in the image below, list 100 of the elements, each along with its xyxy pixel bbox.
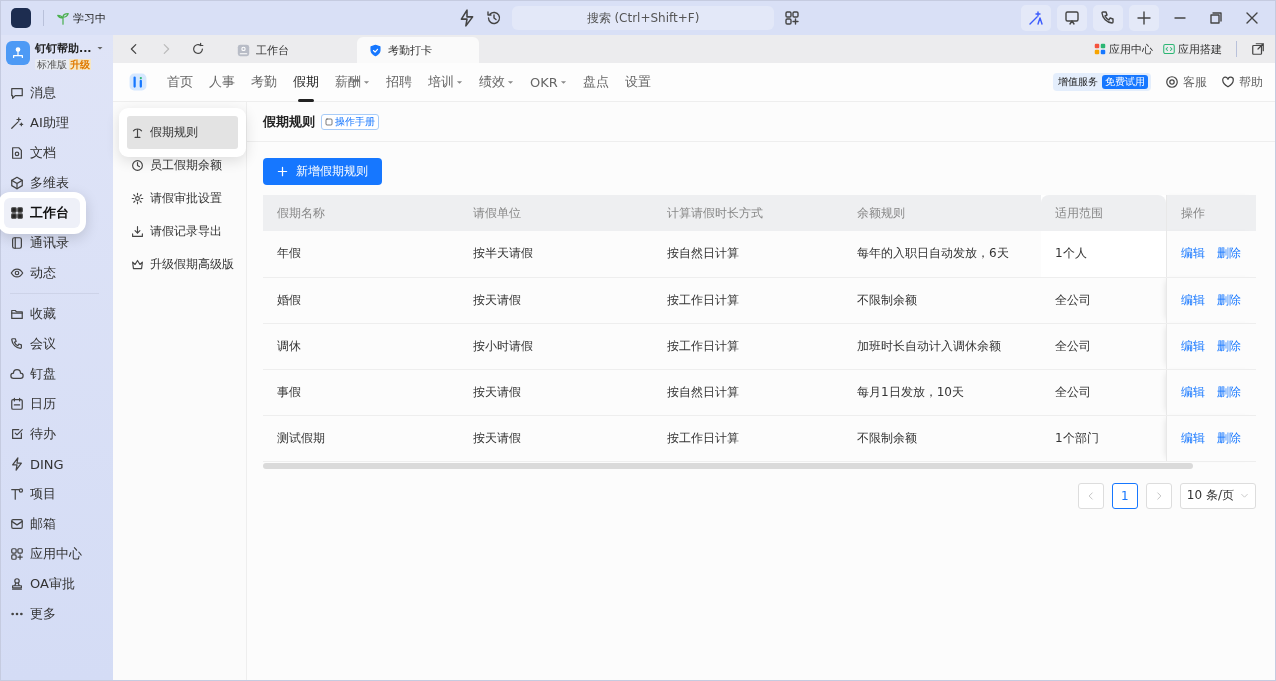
minimize-icon [1172, 17, 1188, 19]
sidebar-item[interactable]: 应用中心 [4, 539, 107, 569]
sidebar-item[interactable]: 动态 [4, 258, 107, 288]
clock-icon [131, 159, 144, 172]
nav-tab[interactable]: 假期 [285, 62, 327, 102]
lightning-icon [10, 457, 24, 471]
horizontal-scrollbar[interactable] [263, 462, 1193, 469]
close-icon [1244, 10, 1260, 26]
nav-tab[interactable]: 招聘 [378, 62, 420, 102]
nav-tab[interactable]: 培训 [420, 62, 471, 102]
stamp-icon [10, 577, 24, 591]
screen-share-button[interactable] [1057, 5, 1087, 31]
open-external-icon[interactable] [1251, 42, 1265, 56]
action-link[interactable]: 编辑 [1180, 292, 1205, 307]
action-link[interactable]: 删除 [1216, 430, 1241, 445]
toolbar-link[interactable]: 应用搭建 [1163, 41, 1222, 57]
table-cell: 每月1日发放，10天 [843, 369, 1041, 415]
page-number-button[interactable]: 1 [1111, 482, 1138, 509]
ai-button[interactable] [1021, 5, 1051, 31]
nav-tab[interactable]: 人事 [201, 62, 243, 102]
envelope-icon [10, 517, 24, 531]
screen-share-icon [1064, 10, 1080, 26]
table-cell: 事假 [263, 369, 459, 415]
sidebar-item[interactable]: 日历 [4, 389, 107, 419]
action-link[interactable]: 删除 [1216, 246, 1241, 261]
browser-tab[interactable]: 工作台 [225, 37, 347, 63]
sidebar-item[interactable]: 待办 [4, 419, 107, 449]
action-link[interactable]: 删除 [1216, 384, 1241, 399]
column-header: 适用范围 [1041, 195, 1166, 231]
action-link[interactable]: 删除 [1216, 338, 1241, 353]
table-cell: 年假 [263, 231, 459, 277]
table-cell: 1个人 [1041, 231, 1166, 277]
sprout-icon [56, 11, 70, 25]
action-link[interactable]: 编辑 [1180, 246, 1205, 261]
call-button[interactable] [1093, 5, 1123, 31]
sidebar-item[interactable]: DING [4, 449, 107, 479]
table-cell: 按半天请假 [459, 231, 653, 277]
column-header: 请假单位 [459, 195, 653, 231]
header-link[interactable]: 帮助 [1221, 73, 1263, 91]
header-link[interactable]: 客服 [1165, 73, 1207, 91]
refresh-icon[interactable] [191, 42, 205, 56]
page-size-select[interactable]: 10 条/页 [1179, 482, 1256, 509]
sidebar-item[interactable]: 项目 [4, 479, 107, 509]
grid-icon [10, 206, 24, 220]
org-name[interactable]: 钉钉帮助... [35, 41, 104, 56]
contacts-book-icon [10, 236, 24, 250]
folder-icon [10, 307, 24, 321]
nav-tab[interactable]: 设置 [616, 62, 659, 102]
table-cell: 调休 [263, 323, 459, 369]
chevron-down-icon [1240, 491, 1249, 500]
action-link[interactable]: 编辑 [1180, 384, 1205, 399]
caret-icon [507, 78, 514, 86]
new-icon [1136, 10, 1152, 26]
new-button[interactable] [1129, 5, 1159, 31]
sidebar-item[interactable]: AI助理 [4, 108, 107, 138]
caret-icon [456, 78, 463, 86]
sidebar-item[interactable]: 通讯录 [4, 228, 107, 258]
action-link[interactable]: 编辑 [1180, 338, 1205, 353]
toolbar-link[interactable]: 应用中心 [1094, 41, 1153, 57]
nav-tab[interactable]: OKR [522, 62, 575, 102]
history-icon[interactable] [486, 10, 502, 26]
sidebar-item[interactable]: 钉盘 [4, 359, 107, 389]
nav-tab[interactable]: 盘点 [574, 62, 617, 102]
manual-link[interactable]: 操作手册 [321, 113, 379, 130]
table-cell: 每年的入职日自动发放，6天 [843, 231, 1041, 277]
add-rule-button[interactable]: 新增假期规则 [263, 158, 382, 185]
action-link[interactable]: 编辑 [1180, 430, 1205, 445]
value-service-tag[interactable]: 增值服务 免费试用 [1053, 73, 1151, 91]
sidebar-item[interactable]: 消息 [4, 78, 107, 108]
sidebar-item[interactable]: OA审批 [4, 569, 107, 599]
sidebar-item[interactable]: 更多 [4, 599, 107, 629]
subnav-item[interactable]: 升级假期高级版 [127, 248, 238, 281]
action-link[interactable]: 删除 [1216, 292, 1241, 307]
table-cell: 按天请假 [459, 277, 653, 323]
subnav-item[interactable]: 员工假期余额 [127, 149, 238, 182]
subnav-item[interactable]: 请假记录导出 [127, 215, 238, 248]
table-cell: 测试假期 [263, 415, 459, 461]
column-header: 操作 [1166, 195, 1256, 231]
org-avatar[interactable] [6, 41, 30, 65]
browser-tab[interactable]: 考勤打卡 [357, 37, 479, 63]
sidebar-item[interactable]: 文档 [4, 138, 107, 168]
sidebar-item[interactable]: 收藏 [4, 299, 107, 329]
caret-icon [363, 78, 370, 86]
nav-tab[interactable]: 绩效 [471, 62, 522, 102]
sidebar-item[interactable]: 邮箱 [4, 509, 107, 539]
settings-icon [131, 192, 144, 205]
caret-icon [95, 44, 104, 52]
nav-tab[interactable]: 首页 [159, 62, 201, 102]
nav-tab[interactable]: 薪酬 [327, 62, 378, 102]
beta-lightning-icon[interactable] [458, 9, 476, 27]
sidebar-item[interactable]: 多维表 [4, 168, 107, 198]
phone-icon [10, 337, 24, 351]
column-header: 计算请假时长方式 [653, 195, 843, 231]
subnav-item[interactable]: 请假审批设置 [127, 182, 238, 215]
table-cell: 按工作日计算 [653, 323, 843, 369]
nav-tab[interactable]: 考勤 [243, 62, 285, 102]
sidebar-item[interactable]: 会议 [4, 329, 107, 359]
add-app-icon[interactable] [784, 10, 800, 26]
search-field[interactable]: 搜索 (Ctrl+Shift+F) [512, 6, 774, 30]
table-cell: 按小时请假 [459, 323, 653, 369]
